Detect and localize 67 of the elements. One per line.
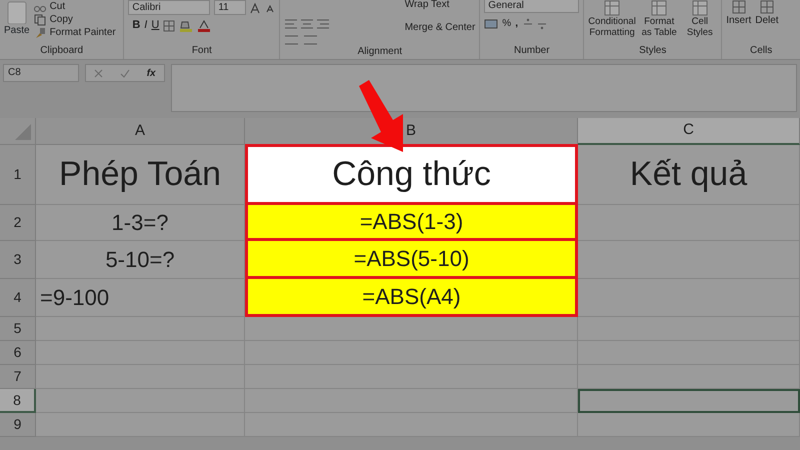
check-icon[interactable] (120, 68, 130, 78)
percent-button[interactable]: % (502, 17, 512, 30)
triangle-icon (14, 123, 32, 141)
shrink-font-icon (266, 2, 276, 12)
group-label: Alignment (356, 46, 404, 59)
group-label: Clipboard (39, 45, 84, 58)
grid-icon (732, 0, 746, 14)
row-header[interactable]: 5 (0, 317, 36, 341)
table-cell[interactable]: 5-10=? (36, 241, 245, 279)
table-cell[interactable]: =ABS(5-10) (245, 240, 578, 279)
column-header[interactable]: C (578, 118, 800, 145)
table-icon (692, 0, 708, 16)
comma-button[interactable]: , (515, 17, 518, 30)
table-cell[interactable]: =ABS(A4) (245, 278, 578, 317)
brush-icon (34, 26, 46, 38)
table-cell[interactable]: =ABS(1-3) (245, 204, 578, 241)
font-size-field[interactable]: 11 (214, 0, 246, 15)
underline-button[interactable]: U (151, 19, 160, 32)
copy-button[interactable]: Copy (50, 13, 73, 26)
decimal-icon[interactable] (522, 18, 548, 30)
row-header[interactable]: 1 (0, 145, 36, 205)
insert-button[interactable]: Insert (726, 14, 752, 27)
table-cell[interactable]: Công thức (245, 144, 578, 205)
column-header[interactable]: A (36, 118, 245, 145)
merge-center-button[interactable]: Merge & Center (404, 21, 476, 34)
format-painter-button[interactable]: Format Painter (50, 26, 116, 39)
table-icon (651, 0, 668, 16)
delete-button[interactable]: Delet (755, 14, 779, 27)
row-header[interactable]: 4 (0, 279, 36, 317)
cell-styles-button[interactable]: Cell Styles (682, 16, 718, 38)
align-lines-icon (284, 18, 330, 30)
grid-icon (760, 0, 774, 14)
paste-button[interactable]: Paste (4, 24, 30, 37)
currency-icon[interactable] (484, 18, 498, 30)
fill-color-icon[interactable] (179, 20, 194, 32)
cut-button[interactable]: Cut (50, 0, 66, 13)
group-label: Styles (638, 45, 668, 58)
table-cell[interactable]: Kết quả (578, 145, 800, 205)
row-header[interactable]: 2 (0, 205, 36, 241)
group-label: Number (513, 45, 551, 58)
cancel-icon[interactable] (94, 68, 104, 78)
table-cell[interactable]: Phép Toán (36, 145, 245, 205)
italic-button[interactable]: I (144, 19, 148, 32)
font-color-icon[interactable] (197, 20, 212, 32)
table-cell[interactable]: 1-3=? (36, 205, 245, 241)
row-header[interactable]: 6 (0, 341, 36, 365)
formula-input[interactable] (171, 64, 797, 112)
insert-function-button[interactable]: fx (146, 66, 156, 80)
format-as-table-button[interactable]: Format as Table (640, 16, 679, 38)
table-cell[interactable]: =9-100 (36, 279, 245, 317)
table-icon (604, 0, 620, 16)
font-name-field[interactable]: Calibri (128, 0, 210, 15)
grow-font-icon (250, 2, 262, 14)
borders-icon[interactable] (163, 20, 176, 32)
conditional-formatting-button[interactable]: Conditional Formatting (588, 16, 636, 38)
number-format-field[interactable]: General (484, 0, 580, 13)
row-header[interactable]: 3 (0, 241, 36, 279)
bold-button[interactable]: B (132, 19, 140, 32)
wrap-text-button[interactable]: Wrap Text (404, 0, 450, 11)
name-box[interactable]: C8 (3, 64, 79, 82)
row-header[interactable]: 7 (0, 365, 36, 389)
row-header[interactable]: 8 (0, 389, 36, 413)
row-header[interactable]: 9 (0, 413, 36, 437)
group-label: Font (190, 45, 213, 58)
indent-icon (284, 34, 318, 46)
copy-icon (34, 14, 46, 26)
group-label: Cells (748, 45, 774, 58)
